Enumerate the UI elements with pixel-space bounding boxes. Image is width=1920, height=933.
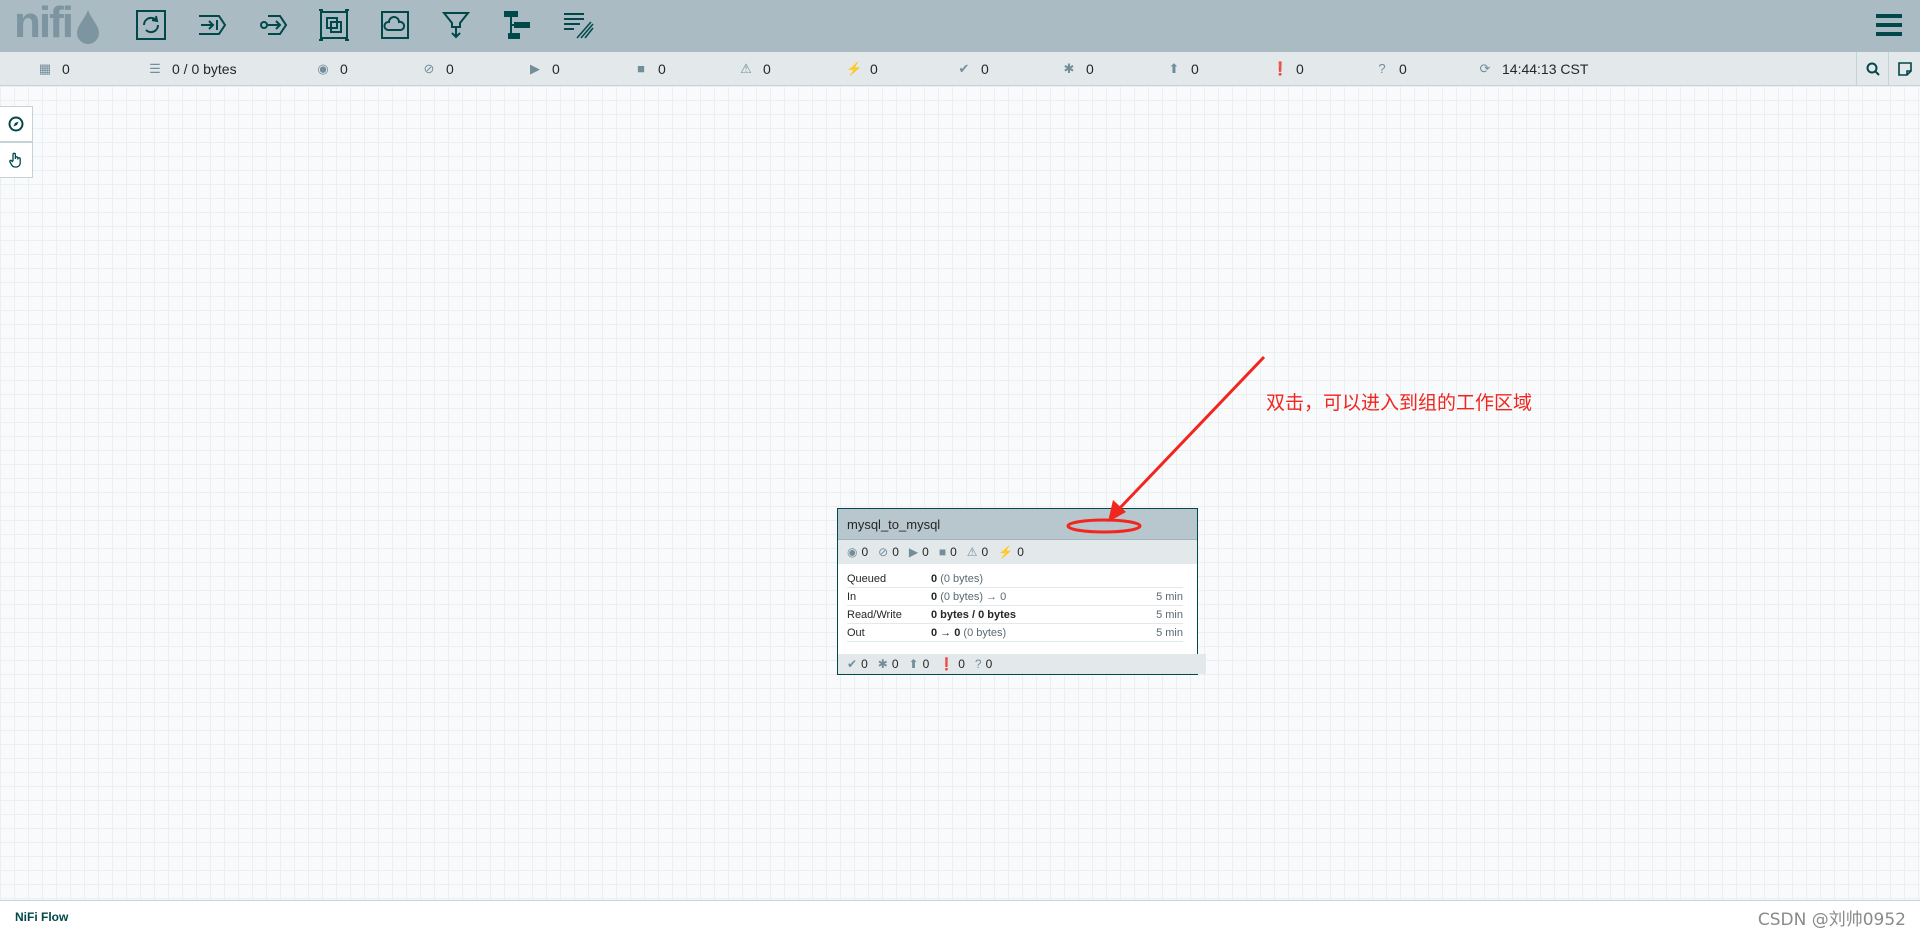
breadcrumb[interactable]: NiFi Flow (15, 910, 68, 924)
stopped-stat: ■ 0 (634, 52, 666, 85)
running-stat: ▶ 0 (530, 60, 560, 77)
refresh-stat[interactable]: ⟳ 14:44:13 CST (1478, 52, 1589, 85)
exclamation-icon: ❗ (939, 657, 955, 671)
input-port-tool[interactable] (192, 5, 232, 45)
up-to-date-stat: ✔ 0 (958, 60, 989, 77)
pg-locally-modified: ✱ 0 (877, 657, 899, 671)
hand-pointer-icon (9, 152, 21, 168)
warning-icon: ⚠ (966, 545, 978, 559)
active-threads-stat: ▦ 0 (38, 60, 70, 77)
output-port-tool[interactable] (253, 5, 293, 45)
nifi-logo: nifi (12, 0, 108, 48)
sync-failure-stat: ? 0 (1375, 52, 1406, 85)
processor-icon (136, 10, 166, 40)
transmitting-icon: ◉ (317, 60, 329, 76)
transmitting-stat: ◉ 0 (317, 60, 348, 77)
disabled-icon: ⚡ (998, 545, 1014, 559)
pg-up-to-date: ✔ 0 (847, 657, 868, 671)
check-icon: ✔ (847, 657, 858, 671)
pg-disabled: ⚡ 0 (998, 545, 1024, 559)
flow-canvas[interactable] (0, 86, 1920, 900)
not-transmitting-icon: ⊘ (878, 545, 889, 559)
search-icon (1866, 62, 1880, 76)
pg-running: ▶ 0 (908, 545, 929, 559)
table-row: Read/Write 0 bytes / 0 bytes 5 min (847, 606, 1183, 624)
stop-icon: ■ (637, 61, 645, 76)
locally-modified-stat: ✱ 0 (1063, 60, 1094, 77)
play-icon: ▶ (530, 60, 540, 76)
table-row: In 0 (0 bytes) → 0 5 min (847, 588, 1183, 606)
compass-icon (8, 116, 24, 132)
input-port-icon (199, 15, 227, 35)
process-group-tool[interactable] (314, 5, 354, 45)
navigate-button[interactable] (0, 106, 33, 142)
pg-not-transmitting: ⊘ 0 (878, 545, 899, 559)
asterisk-icon: ✱ (1063, 60, 1075, 76)
question-icon: ? (1378, 61, 1386, 76)
label-icon (564, 13, 594, 39)
disabled-stat: ⚡ 0 (846, 60, 878, 77)
process-group-version-stats: ✔ 0 ✱ 0 ⬆ 0 ❗ 0 ? 0 (838, 654, 1206, 674)
not-transmitting-stat: ⊘ 0 (423, 60, 454, 77)
not-transmitting-icon: ⊘ (423, 60, 435, 76)
pg-stopped: ■ 0 (938, 545, 957, 559)
status-bar: ▦ 0 ☰ 0 / 0 bytes ◉ 0 ⊘ 0 ▶ 0 ■ 0 ⚠ 0 ⚡ … (0, 52, 1920, 86)
invalid-stat: ⚠ 0 (740, 60, 771, 77)
menu-icon[interactable] (1874, 10, 1904, 40)
pg-sync-failure: ? 0 (974, 657, 993, 671)
process-group[interactable]: mysql_to_mysql ◉ 0 ⊘ 0 ▶ 0 ■ 0 ⚠ 0 ⚡ 0 Queued … (837, 508, 1206, 675)
locally-modified-stale-stat: ❗ 0 (1272, 60, 1304, 77)
arrow-up-circle-icon: ⬆ (1168, 60, 1180, 76)
pg-stale: ⬆ 0 (908, 657, 930, 671)
queued-stat: ☰ 0 / 0 bytes (149, 60, 237, 77)
label-tool[interactable] (558, 5, 598, 45)
queued-icon: ☰ (149, 60, 161, 76)
remote-process-group-tool[interactable] (375, 5, 415, 45)
template-tool[interactable] (497, 5, 537, 45)
template-icon (504, 11, 530, 39)
warning-icon: ⚠ (740, 60, 752, 76)
threads-icon: ▦ (38, 60, 52, 76)
annotation-text: 双击，可以进入到组的工作区域 (1266, 392, 1533, 414)
exclamation-icon: ❗ (1272, 60, 1289, 76)
stop-icon: ■ (938, 545, 947, 559)
refresh-icon[interactable]: ⟳ (1478, 61, 1492, 77)
bulletin-board-button[interactable] (1888, 52, 1920, 85)
operate-button[interactable] (0, 142, 33, 178)
sticky-note-icon (1898, 61, 1912, 76)
funnel-tool[interactable] (436, 5, 476, 45)
pg-transmitting: ◉ 0 (847, 545, 869, 559)
arrow-up-circle-icon: ⬆ (908, 657, 919, 671)
play-icon: ▶ (908, 545, 919, 559)
output-port-icon (260, 15, 288, 35)
remote-process-group-icon (381, 11, 409, 39)
pg-locally-modified-stale: ❗ 0 (939, 657, 965, 671)
process-group-icon (319, 9, 349, 41)
check-icon: ✔ (958, 60, 970, 76)
drop-icon (77, 10, 99, 44)
breadcrumb-bar: NiFi Flow CSDN @刘帅0952 (0, 900, 1920, 933)
table-row: Queued 0 (0 bytes) (847, 570, 1183, 588)
process-group-stats-table: Queued 0 (0 bytes) In 0 (0 bytes) → 0 5 … (838, 564, 1197, 642)
process-group-title[interactable]: mysql_to_mysql (838, 509, 1197, 540)
asterisk-icon: ✱ (877, 657, 888, 671)
process-group-stats: ◉ 0 ⊘ 0 ▶ 0 ■ 0 ⚠ 0 ⚡ 0 (838, 540, 1197, 564)
funnel-icon (441, 12, 471, 39)
search-button[interactable] (1856, 52, 1889, 85)
watermark: CSDN @刘帅0952 (1757, 910, 1906, 930)
transmitting-icon: ◉ (847, 545, 858, 559)
table-row: Out 0 → 0 (0 bytes) 5 min (847, 624, 1183, 642)
pg-invalid: ⚠ 0 (966, 545, 989, 559)
processor-tool[interactable] (131, 5, 171, 45)
question-icon: ? (974, 657, 982, 671)
stale-stat: ⬆ 0 (1168, 60, 1199, 77)
header-toolbar: nifi (0, 0, 1920, 52)
disabled-icon: ⚡ (846, 60, 863, 76)
